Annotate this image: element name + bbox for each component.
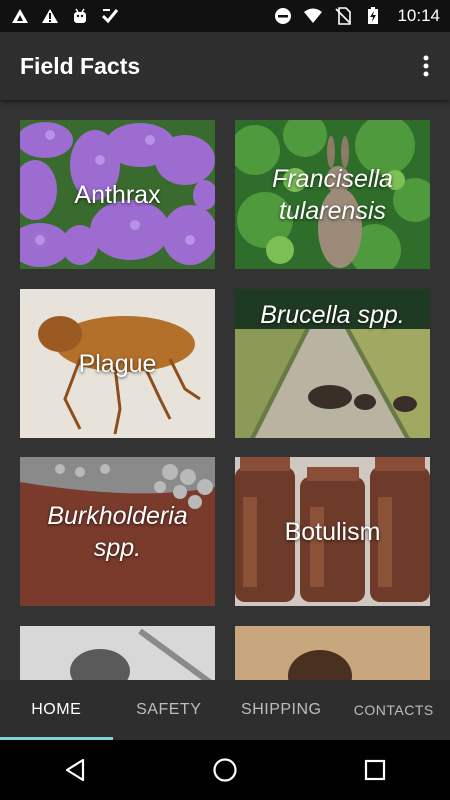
battery-charging-icon	[363, 7, 383, 25]
checkmark-icon	[100, 7, 120, 25]
tile-partial-right[interactable]	[235, 626, 430, 680]
tile-label: Botulism	[284, 517, 381, 546]
tile-plague[interactable]: Plague	[20, 289, 215, 438]
app-bar: Field Facts	[0, 32, 450, 100]
tile-francisella-tularensis[interactable]: Francisella tularensis	[235, 120, 430, 269]
tab-label: SHIPPING	[241, 701, 322, 718]
tile-label: Plague	[78, 349, 157, 378]
warning-icon	[40, 7, 60, 25]
tile-label: Francisella tularensis	[272, 164, 393, 225]
wifi-icon	[303, 7, 323, 25]
tab-label: SAFETY	[136, 701, 202, 718]
tab-shipping[interactable]: SHIPPING	[225, 680, 338, 740]
tile-label: Anthrax	[74, 180, 161, 209]
tab-contacts[interactable]: CONTACTS	[338, 680, 450, 740]
tile-label: Brucella spp.	[260, 301, 405, 329]
tab-label: HOME	[31, 701, 82, 718]
tile-anthrax[interactable]: Anthrax	[20, 120, 215, 269]
topic-grid: Anthrax Francisella tularensis Plague Br…	[0, 100, 450, 680]
do-not-disturb-icon	[273, 7, 293, 25]
tile-burkholderia-spp[interactable]: Burkholderia spp.	[20, 457, 215, 606]
more-vert-icon[interactable]	[414, 46, 438, 86]
no-sim-icon	[333, 7, 353, 25]
recents-icon[interactable]	[345, 740, 405, 800]
app-title: Field Facts	[20, 52, 141, 79]
home-icon[interactable]	[195, 740, 255, 800]
tile-brucella-spp[interactable]: Brucella spp.	[235, 289, 430, 438]
clock: 10:14	[397, 6, 440, 25]
tab-safety[interactable]: SAFETY	[113, 680, 226, 740]
system-nav	[0, 740, 450, 800]
status-bar: 10:14	[0, 0, 450, 32]
tab-home[interactable]: HOME	[0, 680, 113, 740]
android-icon	[70, 7, 90, 25]
tab-label: CONTACTS	[353, 702, 434, 718]
account-a-icon	[10, 7, 30, 25]
bottom-nav: HOME SAFETY SHIPPING CONTACTS	[0, 680, 450, 740]
micrograph-image	[20, 626, 215, 680]
tile-label: Burkholderia spp.	[47, 501, 188, 562]
back-icon[interactable]	[45, 740, 105, 800]
tile-partial-left[interactable]	[20, 626, 215, 680]
specimen-image	[235, 626, 430, 680]
tile-botulism[interactable]: Botulism	[235, 457, 430, 606]
